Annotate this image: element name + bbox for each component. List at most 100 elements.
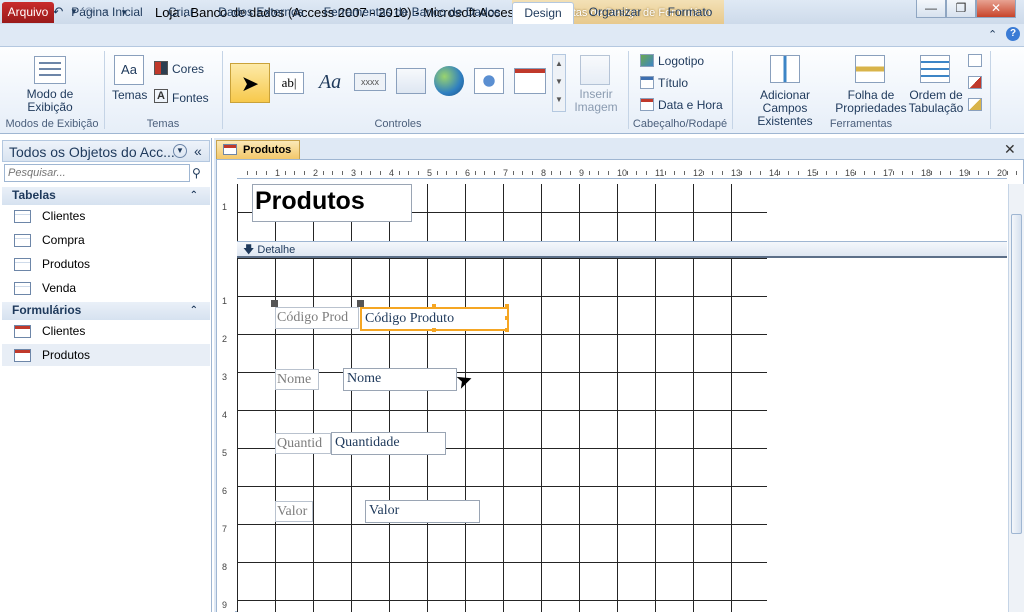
tab-file[interactable]: Arquivo <box>2 2 54 23</box>
section-collapse-icon[interactable]: ⌃ <box>190 302 198 319</box>
nav-item-table-compra[interactable]: Compra <box>2 229 210 251</box>
ruler-mark <box>588 171 590 175</box>
tab-external-data[interactable]: Dados Externos <box>216 2 306 23</box>
nav-item-form-produtos[interactable]: Produtos <box>2 344 210 366</box>
minimize-button[interactable]: — <box>916 0 946 18</box>
property-sheet-icon[interactable] <box>855 55 885 83</box>
label-control-icon[interactable]: Aa <box>314 68 346 96</box>
nome-textbox[interactable]: Nome <box>343 368 457 391</box>
ruler-mark <box>360 171 362 175</box>
logo-icon[interactable] <box>640 54 654 67</box>
colors-icon[interactable] <box>154 61 168 75</box>
ruler-tick: 10 <box>617 168 628 178</box>
subform-icon[interactable] <box>968 54 982 67</box>
ruler-mark <box>284 171 286 175</box>
vertical-scrollbar[interactable] <box>1008 184 1024 612</box>
add-existing-fields-icon[interactable] <box>770 55 800 83</box>
ribbon-tab-strip <box>0 24 1024 47</box>
fonts-icon[interactable]: A <box>154 89 168 103</box>
convert-macros-icon[interactable] <box>968 98 982 111</box>
nav-pane-header[interactable]: Todos os Objetos do Acc... ▼ « <box>2 140 210 162</box>
hyperlink-control-icon[interactable] <box>434 66 464 96</box>
ruler-mark <box>607 171 609 175</box>
valor-textbox[interactable]: Valor <box>365 500 480 523</box>
resize-handle[interactable] <box>432 328 436 332</box>
select-pointer-icon[interactable]: ➤ <box>230 63 270 103</box>
nav-item-table-venda[interactable]: Venda <box>2 277 210 299</box>
nav-item-table-clientes[interactable]: Clientes <box>2 205 210 227</box>
controls-gallery-scroll[interactable]: ▲ ▼ ▼ <box>552 54 566 112</box>
button-control-icon[interactable]: xxxx <box>354 73 386 91</box>
resize-handle[interactable] <box>505 328 509 332</box>
nav-section-tables[interactable]: Tabelas ⌃ <box>2 187 210 205</box>
themes-icon[interactable]: Aa <box>114 55 144 85</box>
valor-label[interactable]: Valor <box>275 501 313 522</box>
form-title-label[interactable]: Produtos <box>252 184 412 222</box>
resize-handle[interactable] <box>505 316 509 320</box>
ruler-tick: 6 <box>222 486 228 496</box>
navigation-control-icon[interactable] <box>514 68 546 94</box>
resize-handle[interactable] <box>432 304 436 308</box>
section-collapse-icon[interactable]: ⌃ <box>190 187 198 204</box>
tab-order-button[interactable]: Ordem de Tabulação <box>906 89 966 115</box>
ruler-mark <box>636 171 637 175</box>
nome-label[interactable]: Nome <box>275 369 319 390</box>
detail-section-bar[interactable]: 🡇 Detalhe <box>237 241 1007 258</box>
nav-item-table-produtos[interactable]: Produtos <box>2 253 210 275</box>
horizontal-ruler: 1 2 3 4 5 6 7 8 9 10 11 12 13 14 15 16 17 18 19 20 <box>237 166 1017 179</box>
view-code-icon[interactable] <box>968 76 982 89</box>
date-time-button[interactable]: Data e Hora <box>658 98 723 112</box>
resize-handle[interactable] <box>505 304 509 308</box>
move-handle[interactable] <box>357 300 364 307</box>
ruler-mark <box>474 171 476 175</box>
ruler-mark <box>645 171 647 175</box>
logo-button[interactable]: Logotipo <box>658 54 704 68</box>
colors-button[interactable]: Cores <box>172 62 204 76</box>
title-icon[interactable] <box>640 76 654 89</box>
collapse-ribbon-icon[interactable]: ⌃ <box>988 28 997 41</box>
tab-database-tools[interactable]: Ferramentas de Banco de Dados <box>322 2 502 23</box>
arrow-down-icon: 🡇 <box>243 244 258 256</box>
nav-section-forms[interactable]: Formulários ⌃ <box>2 302 210 320</box>
themes-button[interactable]: Temas <box>112 88 147 102</box>
insert-image-button: Inserir Imagem <box>574 87 618 114</box>
ruler-mark <box>417 171 419 175</box>
restore-button[interactable]: ❐ <box>946 0 976 18</box>
close-document-icon[interactable]: ✕ <box>1004 141 1016 158</box>
ruler-mark <box>664 171 666 175</box>
separator <box>222 51 223 129</box>
quantidade-label[interactable]: Quantid <box>275 433 331 454</box>
fonts-button[interactable]: Fontes <box>172 91 209 105</box>
view-mode-button[interactable]: Modo de Exibição <box>22 88 78 114</box>
nav-collapse-icon[interactable]: « <box>194 143 202 159</box>
tab-order-icon[interactable] <box>920 55 950 83</box>
nav-menu-dropdown-icon[interactable]: ▼ <box>173 144 187 158</box>
ruler-tick: 3 <box>222 372 228 382</box>
help-icon[interactable]: ? <box>1006 27 1020 41</box>
ruler-tick: 1 <box>275 168 281 178</box>
date-time-icon[interactable] <box>640 98 654 111</box>
tab-design[interactable]: Design <box>512 2 574 24</box>
search-icon[interactable]: ⚲ <box>192 166 201 180</box>
tab-arrange[interactable]: Organizar <box>584 2 646 23</box>
ruler-mark <box>531 171 533 175</box>
web-browser-control-icon[interactable] <box>474 68 504 94</box>
textbox-control-icon[interactable]: ab| <box>274 72 304 94</box>
codigo-label[interactable]: Código Prod <box>275 307 359 329</box>
move-handle[interactable] <box>271 300 278 307</box>
tab-create[interactable]: Criar <box>160 2 202 23</box>
tab-control-icon[interactable] <box>396 68 426 94</box>
title-button[interactable]: Título <box>658 76 688 90</box>
quantidade-textbox[interactable]: Quantidade <box>331 432 446 455</box>
tab-format[interactable]: Formato <box>660 2 720 23</box>
table-icon <box>14 210 31 223</box>
scrollbar-thumb[interactable] <box>1011 214 1022 534</box>
close-button[interactable]: ✕ <box>976 0 1016 18</box>
ruler-mark <box>569 171 571 175</box>
tab-home[interactable]: Página Inicial <box>70 2 144 23</box>
property-sheet-button[interactable]: Folha de Propriedades <box>834 89 908 115</box>
view-mode-icon[interactable] <box>34 56 66 84</box>
nav-item-form-clientes[interactable]: Clientes <box>2 320 210 342</box>
document-tab-produtos[interactable]: Produtos <box>216 140 300 159</box>
nav-search-input[interactable] <box>4 164 190 182</box>
